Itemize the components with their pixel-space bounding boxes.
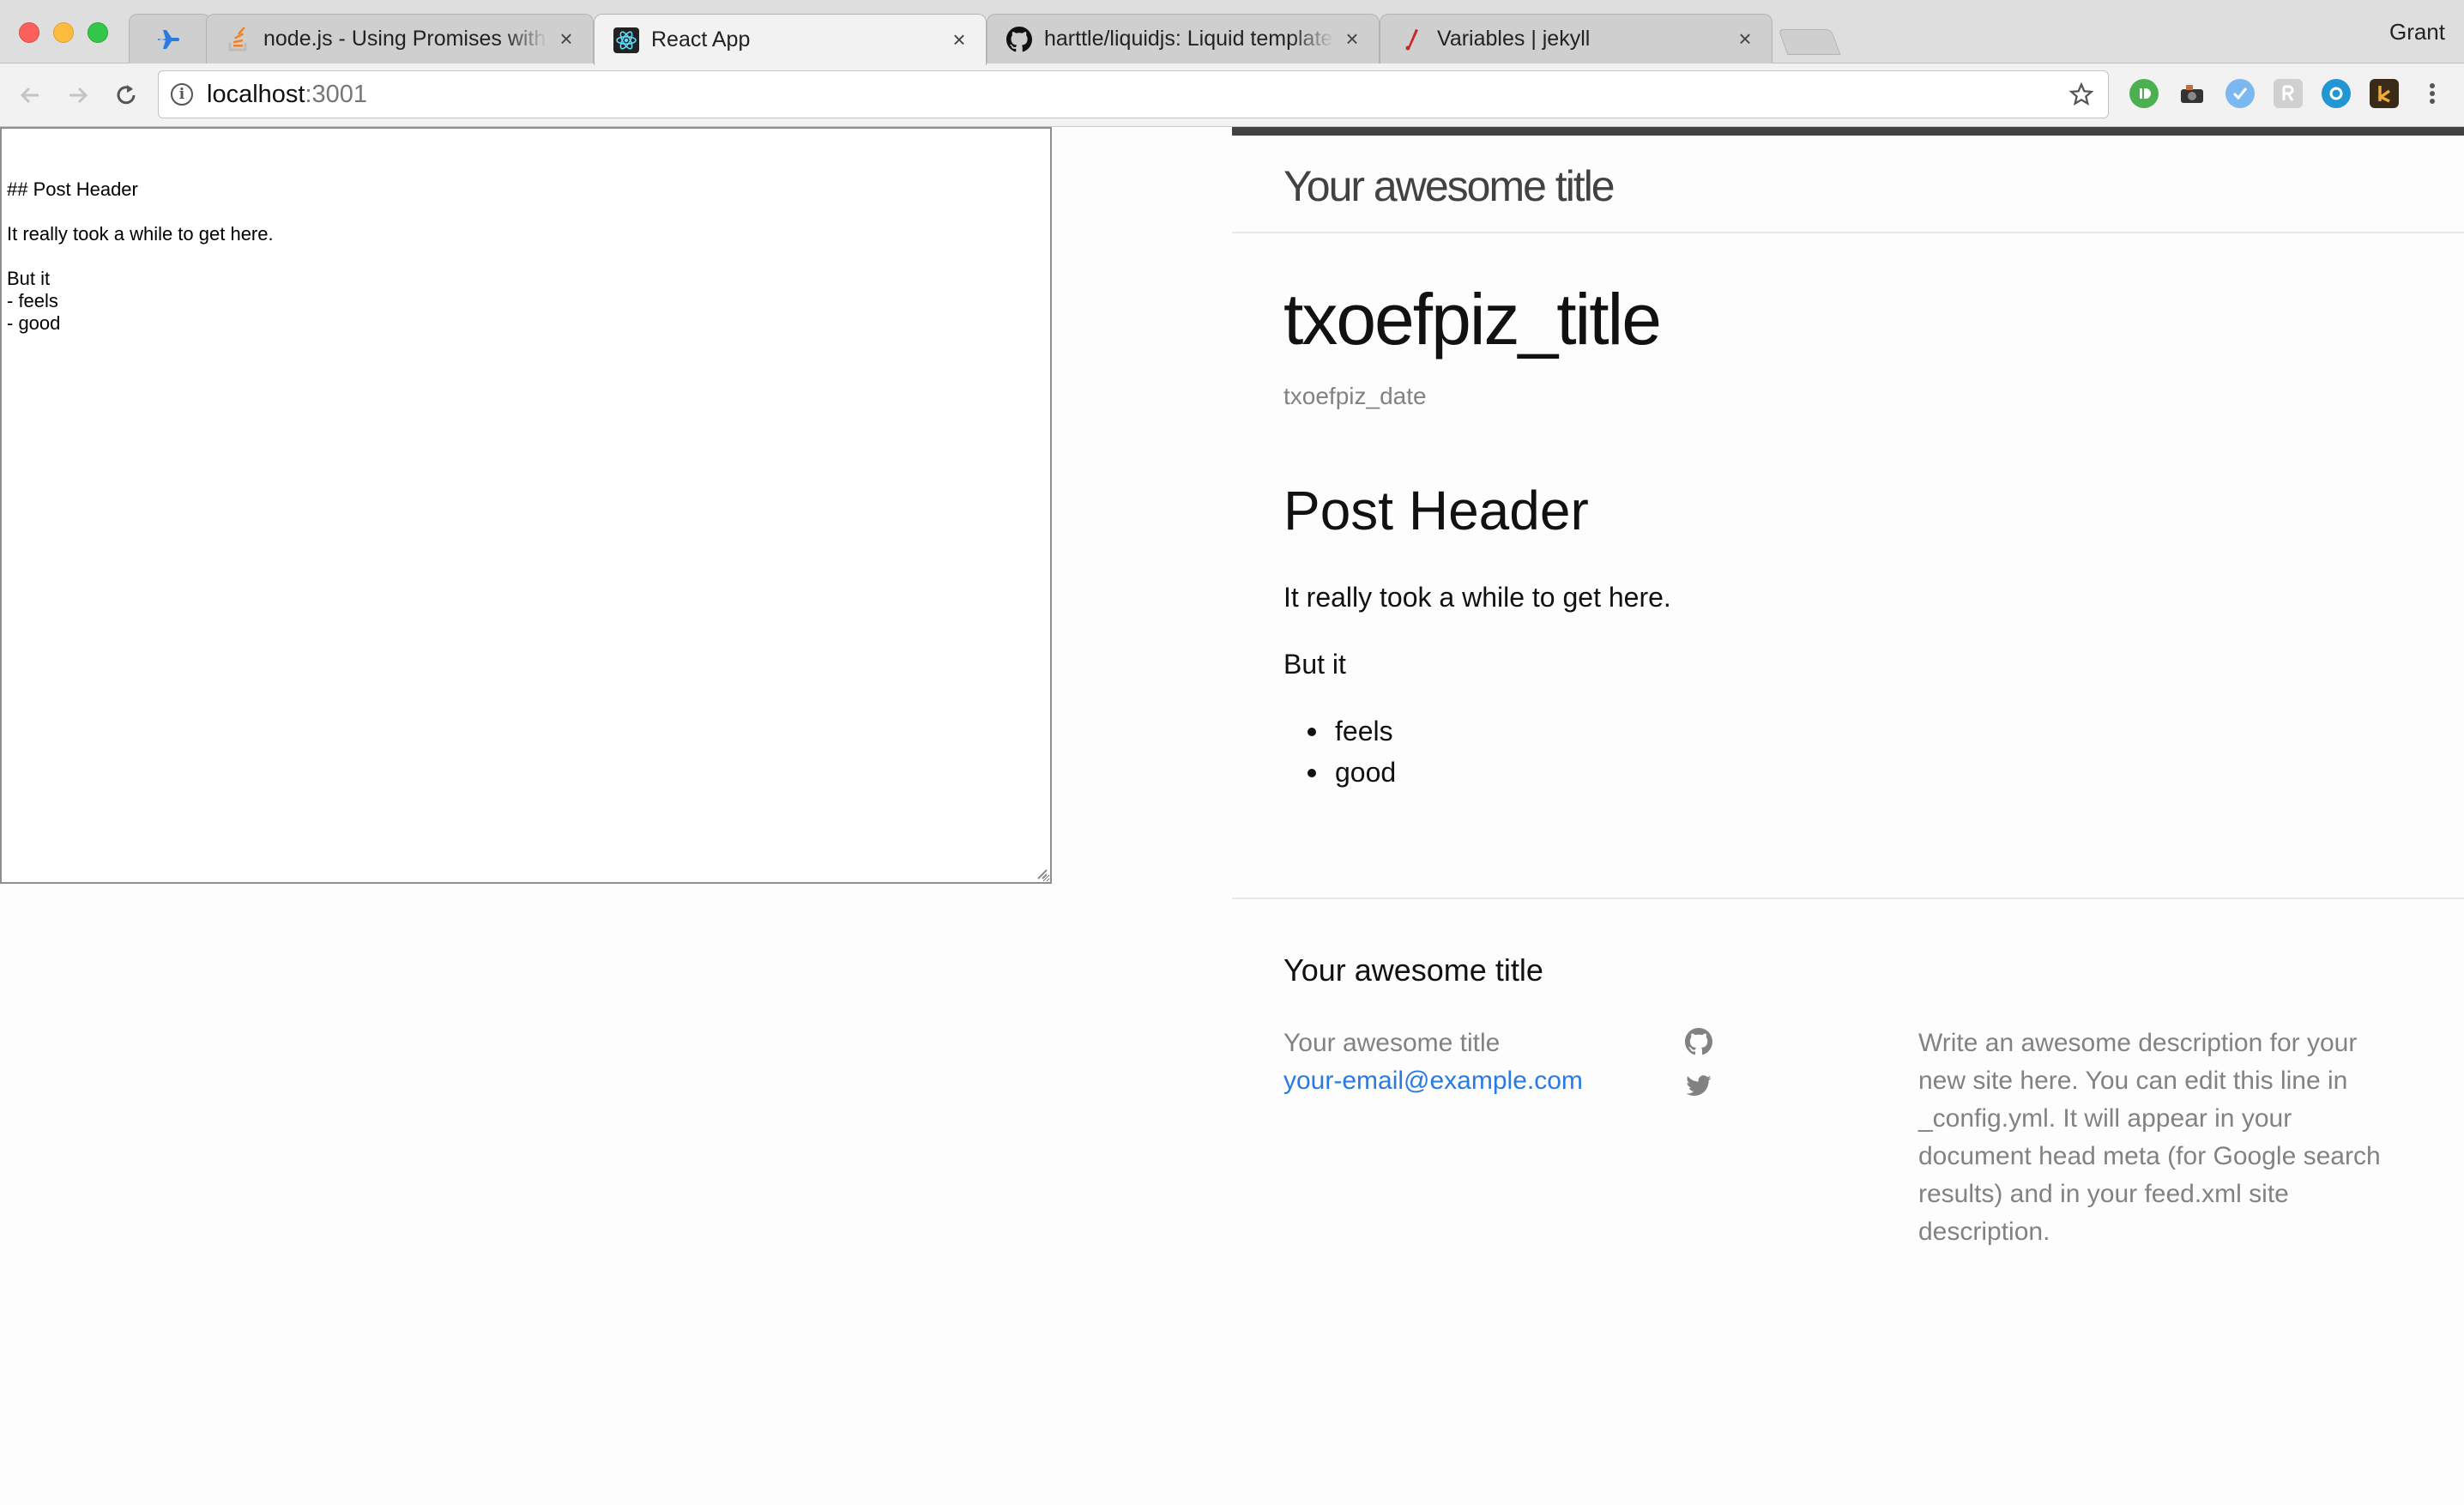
- stackoverflow-icon: [226, 27, 251, 52]
- address-bar[interactable]: i localhost:3001: [158, 70, 2109, 118]
- extension-k-icon[interactable]: [2370, 79, 2399, 108]
- post-title: txoefpiz_title: [1283, 279, 1662, 360]
- extension-r-icon[interactable]: [2274, 79, 2303, 108]
- preview-pane: Your awesome title txoefpiz_title txoefp…: [1232, 127, 2464, 1505]
- airplane-icon: [155, 27, 181, 52]
- extension-pushbullet-icon[interactable]: [2129, 79, 2159, 108]
- tab-title: React App: [651, 27, 751, 51]
- site-footer: Your awesome title Your awesome title yo…: [1232, 898, 2464, 1412]
- site-header: Your awesome title: [1232, 127, 2464, 233]
- post-paragraph: It really took a while to get here.: [1283, 582, 1671, 613]
- twitter-icon[interactable]: [1685, 1073, 1712, 1100]
- tab-title: Variables | jekyll: [1437, 27, 1591, 51]
- footer-name: Your awesome title: [1283, 1029, 1501, 1057]
- post-paragraph: But it: [1283, 649, 1346, 680]
- extension-camera-icon[interactable]: [2177, 79, 2207, 108]
- footer-email-link[interactable]: your-email@example.com: [1283, 1067, 1583, 1095]
- list-item: feels: [1283, 710, 1396, 752]
- minimize-window-button[interactable]: [53, 22, 74, 43]
- site-title[interactable]: Your awesome title: [1283, 161, 1615, 211]
- github-icon[interactable]: [1685, 1028, 1712, 1055]
- forward-arrow-icon: [69, 87, 88, 104]
- reload-icon: [117, 85, 136, 105]
- jekyll-icon: [1399, 27, 1425, 52]
- footer-heading: Your awesome title: [1283, 952, 1543, 988]
- bookmark-star-icon[interactable]: [2068, 82, 2094, 114]
- reload-button[interactable]: [110, 79, 142, 112]
- close-window-button[interactable]: [19, 22, 39, 43]
- editor-content: ## Post Header It really took a while to…: [7, 178, 274, 334]
- tab-react-app[interactable]: React App ×: [594, 14, 987, 65]
- url-host: localhost: [207, 80, 305, 108]
- tab-jekyll-variables[interactable]: Variables | jekyll ×: [1380, 14, 1773, 63]
- post-header: Post Header: [1283, 480, 1589, 541]
- profile-name[interactable]: Grant: [2389, 19, 2445, 45]
- new-tab-button[interactable]: [1778, 29, 1841, 55]
- footer-description: Write an awesome description for your ne…: [1918, 1029, 2381, 1246]
- zoom-window-button[interactable]: [88, 22, 108, 43]
- footer-contact: Your awesome title your-email@example.co…: [1283, 1024, 1583, 1100]
- post-list: feels good: [1283, 710, 1396, 793]
- browser-menu-icon[interactable]: [2418, 79, 2447, 108]
- extension-checkmark-icon[interactable]: [2225, 79, 2255, 108]
- browser-toolbar: i localhost:3001: [0, 63, 2464, 127]
- extension-circle-icon[interactable]: [2322, 79, 2351, 108]
- close-tab-icon[interactable]: ×: [1734, 26, 1756, 52]
- close-tab-icon[interactable]: ×: [555, 26, 577, 52]
- close-tab-icon[interactable]: ×: [948, 27, 970, 53]
- back-arrow-icon: [20, 87, 39, 104]
- footer-social: [1685, 1028, 1712, 1117]
- list-item: good: [1283, 752, 1396, 793]
- tab-liquidjs-github[interactable]: harttle/liquidjs: Liquid template ×: [987, 14, 1380, 63]
- close-tab-icon[interactable]: ×: [1341, 26, 1363, 52]
- forward-button[interactable]: [62, 79, 94, 112]
- site-info-icon[interactable]: i: [171, 83, 193, 106]
- resize-grip-icon[interactable]: [1033, 865, 1048, 880]
- github-icon: [1006, 26, 1032, 52]
- react-icon: [613, 27, 639, 53]
- tab-strip: node.js - Using Promises with fs × React…: [0, 0, 2464, 65]
- url-port: :3001: [305, 80, 368, 108]
- markdown-editor-textarea[interactable]: ## Post Header It really took a while to…: [0, 127, 1052, 884]
- post-date: txoefpiz_date: [1283, 383, 1427, 409]
- back-button[interactable]: [14, 79, 46, 112]
- tab-pinned[interactable]: [129, 14, 211, 63]
- tab-nodejs-promises[interactable]: node.js - Using Promises with fs ×: [206, 14, 594, 63]
- tab-title: harttle/liquidjs: Liquid template: [1044, 27, 1333, 51]
- tab-title: node.js - Using Promises with fs: [263, 27, 548, 51]
